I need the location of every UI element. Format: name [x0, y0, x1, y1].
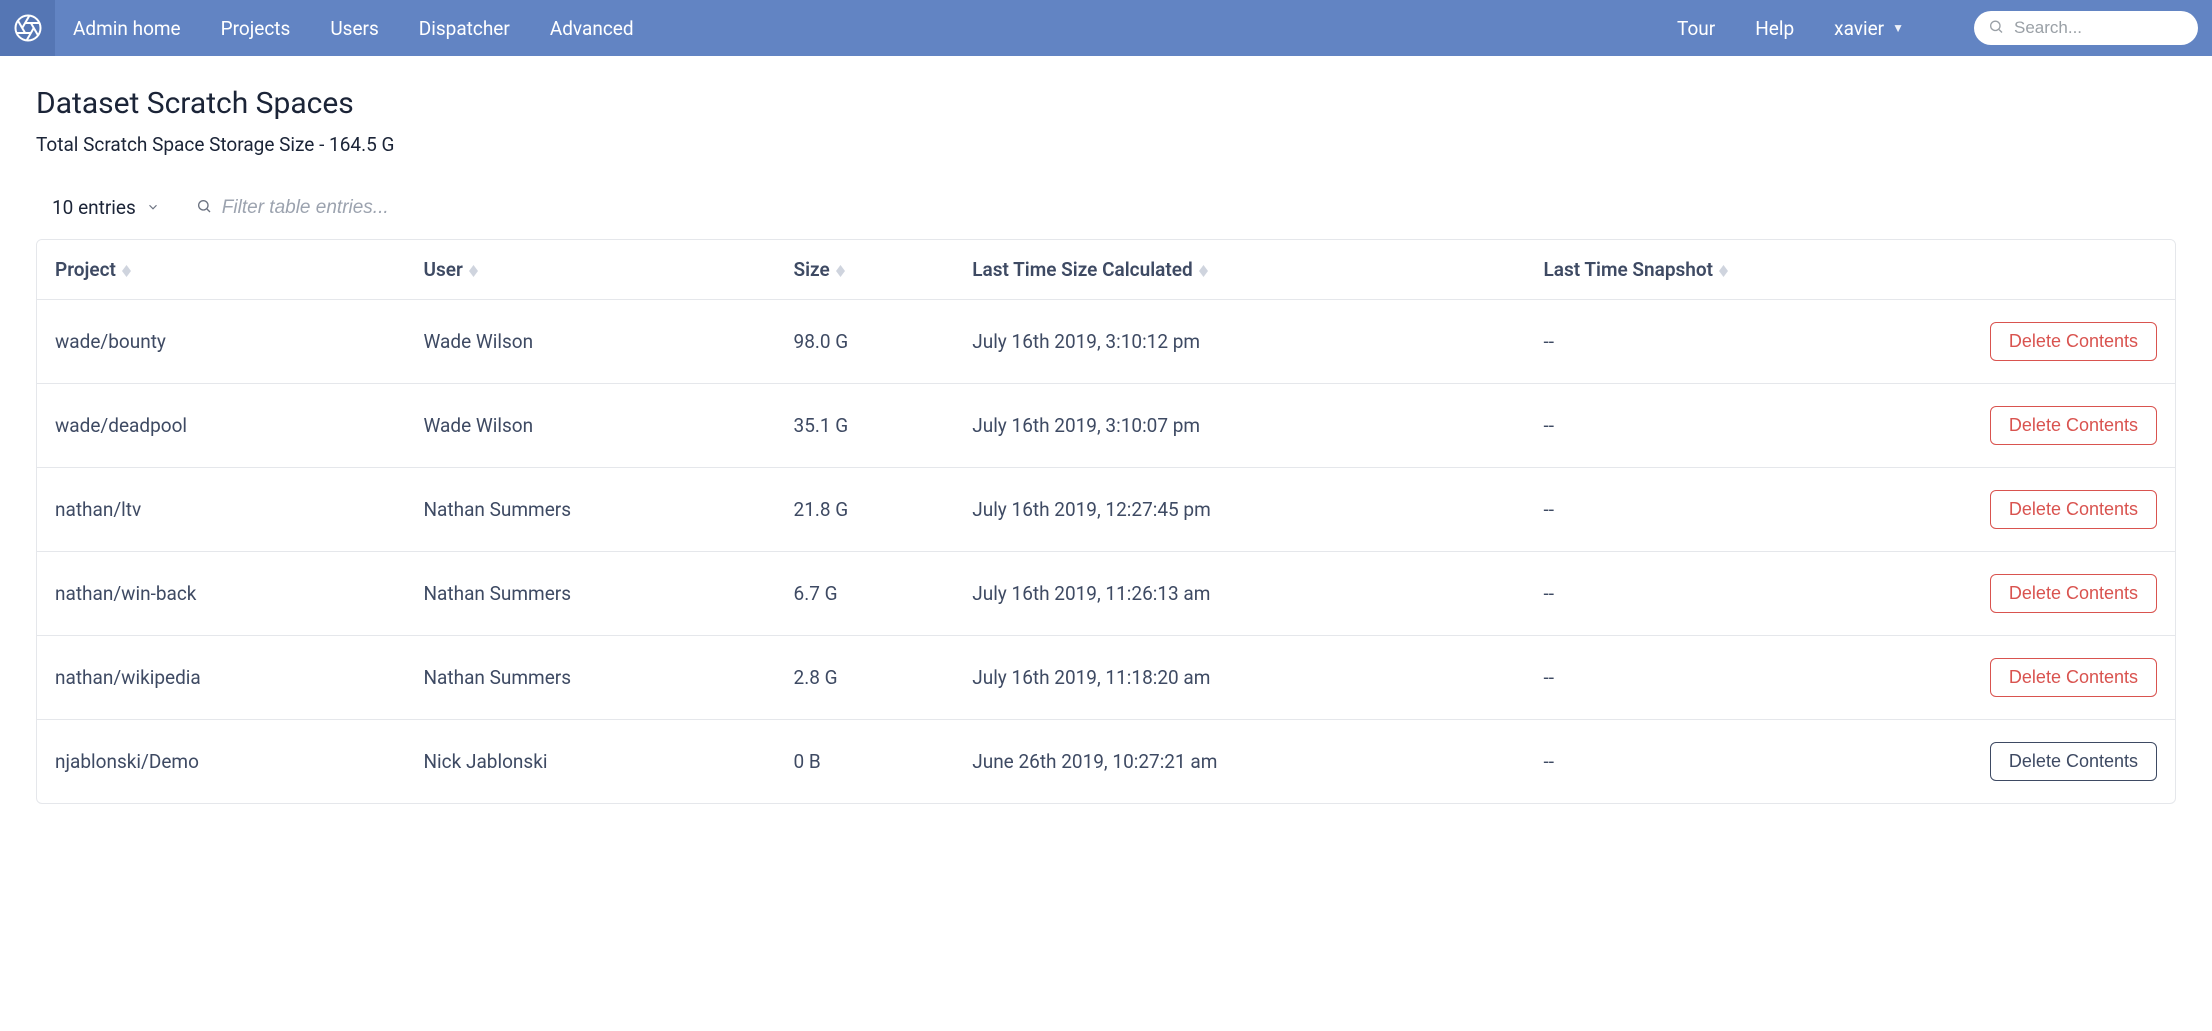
nav-users[interactable]: Users [330, 17, 378, 40]
table-controls: 10 entries [36, 196, 2176, 219]
col-actions [1974, 240, 2175, 300]
entries-label: 10 entries [52, 196, 136, 219]
cell-project: nathan/wikipedia [37, 636, 408, 720]
cell-user: Nathan Summers [408, 636, 778, 720]
search-icon [1988, 17, 2004, 40]
cell-last-calc: July 16th 2019, 3:10:07 pm [956, 384, 1527, 468]
page-content: Dataset Scratch Spaces Total Scratch Spa… [0, 56, 2212, 804]
cell-action: Delete Contents [1974, 720, 2175, 804]
cell-size: 2.8 G [778, 636, 957, 720]
scratch-spaces-table: Project User Size Last Time Size Calcula… [36, 239, 2176, 804]
cell-project: njablonski/Demo [37, 720, 408, 804]
aperture-icon [13, 13, 43, 43]
col-user-label: User [424, 258, 463, 281]
brand-logo[interactable] [0, 0, 55, 56]
col-project[interactable]: Project [37, 240, 408, 300]
cell-size: 98.0 G [778, 300, 957, 384]
search-icon [196, 196, 212, 219]
delete-contents-button[interactable]: Delete Contents [1990, 658, 2157, 697]
cell-size: 21.8 G [778, 468, 957, 552]
cell-size: 35.1 G [778, 384, 957, 468]
col-last-snapshot[interactable]: Last Time Snapshot [1527, 240, 1973, 300]
cell-project: nathan/win-back [37, 552, 408, 636]
cell-last-snapshot: -- [1527, 468, 1973, 552]
chevron-down-icon [146, 196, 160, 219]
cell-project: wade/deadpool [37, 384, 408, 468]
cell-action: Delete Contents [1974, 552, 2175, 636]
cell-user: Nathan Summers [408, 468, 778, 552]
nav-dispatcher[interactable]: Dispatcher [419, 17, 510, 40]
cell-size: 6.7 G [778, 552, 957, 636]
top-navbar: Admin home Projects Users Dispatcher Adv… [0, 0, 2212, 56]
cell-last-calc: June 26th 2019, 10:27:21 am [956, 720, 1527, 804]
nav-right-group: Tour Help xavier ▼ [1677, 11, 2198, 45]
table-row: nathan/win-backNathan Summers6.7 GJuly 1… [37, 552, 2175, 636]
sort-icon [469, 265, 478, 277]
delete-contents-button[interactable]: Delete Contents [1990, 406, 2157, 445]
delete-contents-button[interactable]: Delete Contents [1990, 574, 2157, 613]
table-row: nathan/wikipediaNathan Summers2.8 GJuly … [37, 636, 2175, 720]
nav-advanced[interactable]: Advanced [550, 17, 634, 40]
cell-user: Wade Wilson [408, 300, 778, 384]
caret-down-icon: ▼ [1892, 21, 1904, 35]
user-name: xavier [1834, 17, 1884, 40]
table-row: njablonski/DemoNick Jablonski0 BJune 26t… [37, 720, 2175, 804]
sort-icon [1199, 265, 1208, 277]
col-size-label: Size [794, 258, 830, 281]
cell-last-snapshot: -- [1527, 636, 1973, 720]
delete-contents-button[interactable]: Delete Contents [1990, 742, 2157, 781]
cell-user: Wade Wilson [408, 384, 778, 468]
filter-input[interactable] [222, 197, 482, 219]
cell-last-snapshot: -- [1527, 552, 1973, 636]
nav-left-group: Admin home Projects Users Dispatcher Adv… [73, 17, 634, 40]
cell-user: Nick Jablonski [408, 720, 778, 804]
col-last-snapshot-label: Last Time Snapshot [1543, 258, 1713, 281]
table-row: nathan/ltvNathan Summers21.8 GJuly 16th … [37, 468, 2175, 552]
cell-project: wade/bounty [37, 300, 408, 384]
delete-contents-button[interactable]: Delete Contents [1990, 322, 2157, 361]
user-menu[interactable]: xavier ▼ [1834, 17, 1904, 40]
cell-action: Delete Contents [1974, 636, 2175, 720]
col-last-calc[interactable]: Last Time Size Calculated [956, 240, 1527, 300]
cell-last-calc: July 16th 2019, 11:26:13 am [956, 552, 1527, 636]
table-filter [196, 196, 482, 219]
sort-icon [122, 265, 131, 277]
search-input[interactable] [1974, 11, 2198, 45]
cell-action: Delete Contents [1974, 468, 2175, 552]
page-title: Dataset Scratch Spaces [36, 86, 2176, 121]
cell-action: Delete Contents [1974, 384, 2175, 468]
delete-contents-button[interactable]: Delete Contents [1990, 490, 2157, 529]
cell-last-snapshot: -- [1527, 384, 1973, 468]
cell-action: Delete Contents [1974, 300, 2175, 384]
sort-icon [836, 265, 845, 277]
col-last-calc-label: Last Time Size Calculated [972, 258, 1192, 281]
table-row: wade/deadpoolWade Wilson35.1 GJuly 16th … [37, 384, 2175, 468]
cell-last-calc: July 16th 2019, 11:18:20 am [956, 636, 1527, 720]
nav-tour[interactable]: Tour [1677, 17, 1715, 40]
nav-help[interactable]: Help [1755, 17, 1794, 40]
cell-last-snapshot: -- [1527, 300, 1973, 384]
col-size[interactable]: Size [778, 240, 957, 300]
sort-icon [1719, 265, 1728, 277]
cell-last-snapshot: -- [1527, 720, 1973, 804]
nav-admin-home[interactable]: Admin home [73, 17, 181, 40]
cell-user: Nathan Summers [408, 552, 778, 636]
table-header-row: Project User Size Last Time Size Calcula… [37, 240, 2175, 300]
page-subtitle: Total Scratch Space Storage Size - 164.5… [36, 133, 2176, 156]
entries-per-page[interactable]: 10 entries [52, 196, 160, 219]
col-project-label: Project [55, 258, 116, 281]
cell-last-calc: July 16th 2019, 3:10:12 pm [956, 300, 1527, 384]
cell-project: nathan/ltv [37, 468, 408, 552]
cell-size: 0 B [778, 720, 957, 804]
global-search [1974, 11, 2198, 45]
col-user[interactable]: User [408, 240, 778, 300]
nav-projects[interactable]: Projects [221, 17, 291, 40]
cell-last-calc: July 16th 2019, 12:27:45 pm [956, 468, 1527, 552]
table-row: wade/bountyWade Wilson98.0 GJuly 16th 20… [37, 300, 2175, 384]
